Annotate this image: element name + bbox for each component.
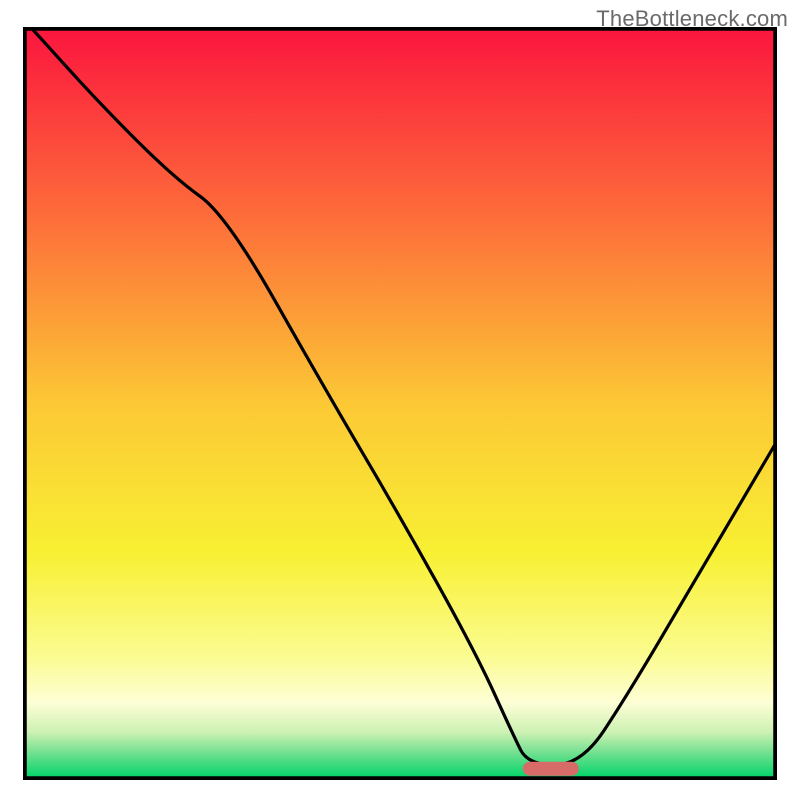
- chart-container: TheBottleneck.com: [0, 0, 800, 800]
- valley-marker: [523, 762, 579, 776]
- watermark-text: TheBottleneck.com: [596, 6, 788, 32]
- plot-svg: [23, 27, 777, 780]
- plot-frame: [23, 27, 777, 780]
